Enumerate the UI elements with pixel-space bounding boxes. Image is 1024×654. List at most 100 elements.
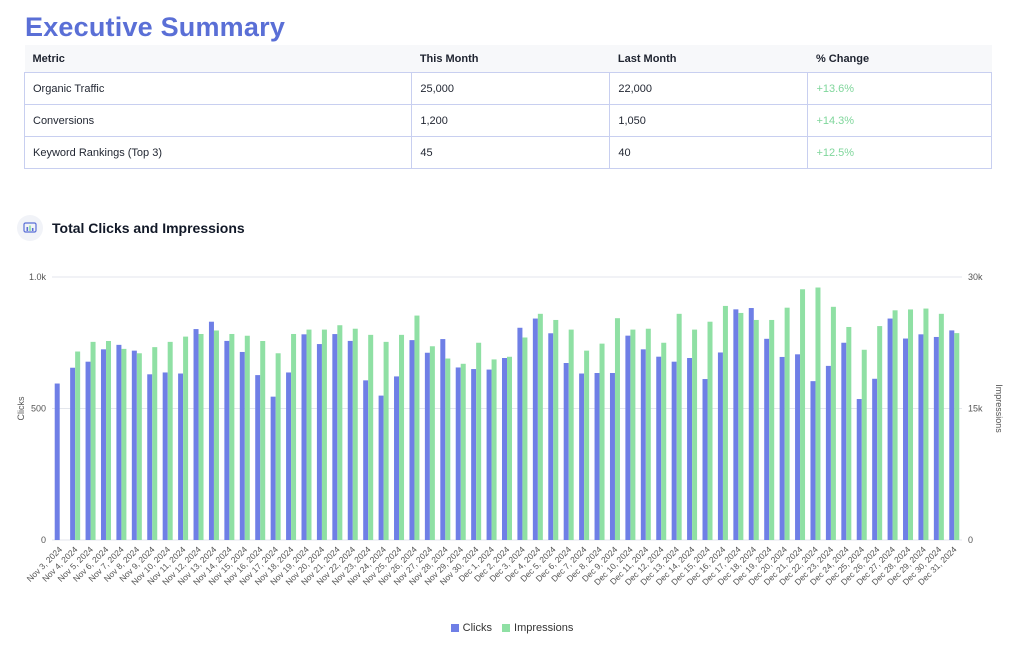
bar-clicks: [532, 318, 538, 540]
bar-clicks: [162, 372, 168, 540]
bar-clicks: [301, 334, 307, 540]
bar-impressions: [614, 318, 620, 540]
bar-impressions: [846, 326, 852, 540]
cell-this-month: 25,000: [411, 72, 611, 105]
cell-this-month: 45: [411, 136, 611, 169]
cell-last-month: 1,050: [609, 104, 809, 137]
bar-impressions: [337, 325, 343, 540]
bar-clicks: [702, 379, 708, 540]
legend-swatch-clicks: [450, 624, 459, 632]
bar-clicks: [85, 361, 91, 540]
bar-impressions: [260, 341, 266, 540]
bar-impressions: [121, 348, 127, 540]
cell-metric: Organic Traffic: [23, 72, 413, 105]
table-row: Keyword Rankings (Top 3) 45 40 +12.5%: [23, 136, 992, 169]
bar-clicks: [903, 338, 909, 540]
bar-clicks: [733, 309, 739, 540]
bar-impressions: [923, 308, 929, 540]
bar-impressions: [275, 353, 281, 540]
bar-impressions: [152, 347, 158, 540]
bar-clicks: [856, 399, 862, 540]
bar-impressions: [229, 333, 235, 540]
table-row: Conversions 1,200 1,050 +14.3%: [23, 104, 992, 137]
bar-impressions: [938, 313, 944, 540]
bar-clicks: [440, 339, 446, 540]
bar-clicks: [116, 344, 122, 540]
bar-clicks: [147, 374, 153, 540]
bar-impressions: [75, 351, 81, 540]
bar-impressions: [244, 335, 250, 540]
bar-clicks: [594, 373, 600, 540]
bar-impressions: [445, 358, 451, 540]
bar-impressions: [90, 341, 96, 540]
header-last-month: Last Month: [609, 45, 808, 73]
bar-clicks: [872, 378, 878, 540]
bar-clicks: [286, 372, 292, 540]
cell-last-month: 40: [609, 136, 809, 169]
bar-clicks: [178, 373, 184, 540]
page-title: Executive Summary: [25, 12, 286, 42]
bar-clicks: [455, 367, 461, 540]
bar-impressions: [553, 319, 559, 540]
bar-clicks: [332, 334, 338, 540]
y-right-tick-label: 0: [968, 535, 973, 545]
legend-item-clicks[interactable]: Clicks: [450, 622, 492, 634]
bar-impressions: [892, 310, 898, 540]
bar-impressions: [291, 333, 297, 540]
bar-impressions: [800, 289, 806, 540]
chart-badge-icon: [17, 215, 43, 241]
bar-impressions: [908, 309, 914, 540]
bar-clicks: [779, 356, 785, 540]
header-change: % Change: [807, 45, 992, 73]
y-right-tick-label: 30k: [968, 272, 983, 282]
bar-clicks: [54, 383, 60, 540]
bar-impressions: [861, 349, 867, 540]
bar-clicks: [224, 340, 230, 540]
bar-clicks: [100, 349, 106, 540]
bar-clicks: [609, 373, 615, 540]
bar-clicks: [810, 381, 816, 540]
bar-impressions: [167, 341, 173, 540]
bar-impressions: [877, 326, 883, 540]
bar-impressions: [522, 337, 528, 540]
bar-clicks: [131, 350, 137, 540]
cell-change: +12.5%: [807, 136, 992, 169]
bar-clicks: [671, 361, 677, 540]
bar-impressions: [414, 315, 420, 540]
chart-header: Total Clicks and Impressions: [17, 215, 245, 241]
bar-impressions: [599, 343, 605, 540]
y-right-tick-label: 15k: [968, 404, 983, 414]
bar-impressions: [738, 312, 744, 540]
bar-clicks: [347, 340, 353, 540]
bar-impressions: [383, 341, 389, 540]
bar-impressions: [954, 333, 960, 540]
bar-impressions: [198, 333, 204, 540]
bar-clicks: [270, 396, 276, 540]
bar-clicks: [841, 342, 847, 540]
bar-clicks: [193, 329, 199, 540]
bar-impressions: [399, 334, 405, 540]
bar-impressions: [568, 329, 574, 540]
bar-impressions: [645, 328, 651, 540]
bar-clicks: [825, 365, 831, 540]
bar-clicks: [717, 352, 723, 540]
cell-metric: Conversions: [23, 104, 413, 137]
chart-legend: Clicks Impressions: [0, 622, 1024, 634]
bar-clicks: [486, 369, 492, 540]
legend-item-impressions[interactable]: Impressions: [502, 622, 573, 634]
bar-impressions: [707, 321, 713, 540]
bar-impressions: [584, 350, 590, 540]
bar-clicks: [517, 327, 523, 540]
bar-clicks: [255, 375, 261, 540]
bar-impressions: [661, 342, 667, 540]
bar-impressions: [183, 336, 189, 540]
bar-clicks: [394, 376, 400, 540]
cell-this-month: 1,200: [411, 104, 611, 137]
bar-clicks: [949, 330, 955, 540]
legend-label-impressions: Impressions: [514, 622, 574, 634]
bar-clicks: [795, 354, 801, 540]
bar-impressions: [784, 307, 790, 540]
chart-title: Total Clicks and Impressions: [52, 220, 245, 236]
bar-clicks: [378, 395, 384, 540]
bar-impressions: [676, 313, 682, 540]
